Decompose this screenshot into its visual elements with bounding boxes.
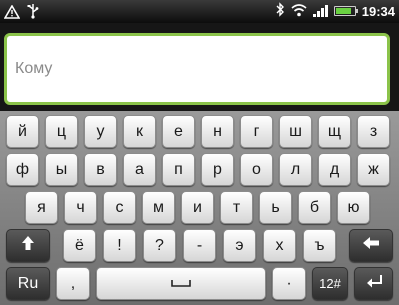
key-label: у [96,122,105,140]
wifi-icon [291,2,307,21]
key-label: ш [289,122,302,140]
key-row3-3[interactable]: м [142,191,175,224]
numbers-label: 12# [319,276,341,291]
period-key[interactable]: · [272,267,306,300]
key-row2-4[interactable]: п [162,153,195,186]
key-label: ъ [314,236,325,254]
key-row2-2[interactable]: в [84,153,117,186]
key-label: э [235,236,244,254]
key-label: х [275,236,284,254]
key-label: п [174,160,183,178]
key-label: й [18,122,27,140]
key-label: ы [55,160,68,178]
key-label: ч [76,198,85,216]
key-label: р [213,160,222,178]
numbers-key[interactable]: 12# [312,267,348,300]
warning-icon [3,3,21,23]
key-row1-2[interactable]: у [84,115,117,148]
key-row4-2[interactable]: ? [143,229,176,262]
status-bar: 19:34 [0,0,399,23]
shift-arrow-icon [21,235,35,256]
key-label: б [309,198,320,216]
key-row3-7[interactable]: б [298,191,331,224]
status-time: 19:34 [361,3,395,19]
key-row1-8[interactable]: щ [318,115,351,148]
key-row3-4[interactable]: и [181,191,214,224]
comma-label: , [70,274,76,292]
key-label: и [193,198,202,216]
key-label: - [196,236,203,254]
space-bar-icon [170,275,192,293]
key-row1-5[interactable]: н [201,115,234,148]
bluetooth-icon [275,1,285,21]
key-label: е [174,122,183,140]
key-label: ! [117,236,122,254]
usb-icon [26,3,40,23]
key-row1-6[interactable]: г [240,115,273,148]
key-row4-1[interactable]: ! [103,229,136,262]
key-label: т [232,198,241,216]
key-label: о [252,160,261,178]
key-row1-3[interactable]: к [123,115,156,148]
key-row3-0[interactable]: я [25,191,58,224]
key-label: ж [368,160,379,178]
key-row2-1[interactable]: ы [45,153,78,186]
key-row2-5[interactable]: р [201,153,234,186]
key-row3-6[interactable]: ь [259,191,292,224]
key-label: в [96,160,105,178]
key-row1-7[interactable]: ш [279,115,312,148]
key-row2-0[interactable]: ф [6,153,39,186]
key-row1-9[interactable]: з [357,115,390,148]
key-row4-5[interactable]: х [263,229,296,262]
key-label: ю [347,198,360,216]
key-row4-3[interactable]: - [183,229,216,262]
key-label: с [115,198,124,216]
key-row2-9[interactable]: ж [357,153,390,186]
key-label: г [253,122,260,140]
compose-area [0,23,399,111]
comma-key[interactable]: , [56,267,90,300]
on-screen-keyboard: йцукенгшщз фывапролдж ячсмитьбю ё!? - э х ъ … [0,111,399,305]
key-row2-8[interactable]: д [318,153,351,186]
key-label: д [329,160,340,178]
key-label: щ [327,122,342,140]
key-row2-6[interactable]: о [240,153,273,186]
key-row2-7[interactable]: л [279,153,312,186]
key-label: м [153,198,164,216]
space-key[interactable] [96,267,266,300]
key-label: ? [155,236,164,254]
key-row1-4[interactable]: е [162,115,195,148]
key-label: ц [56,122,67,140]
key-row4-6[interactable]: ъ [303,229,336,262]
key-row4-4[interactable]: э [223,229,256,262]
key-label: з [369,122,378,140]
enter-key[interactable] [354,267,393,300]
recipient-input[interactable] [4,33,390,105]
key-row3-2[interactable]: с [103,191,136,224]
key-row3-5[interactable]: т [220,191,253,224]
enter-arrow-icon [366,274,382,293]
key-label: л [290,160,301,178]
key-row3-8[interactable]: ю [337,191,370,224]
key-label: ь [271,198,280,216]
key-row2-3[interactable]: а [123,153,156,186]
key-label: к [136,122,143,140]
key-row1-1[interactable]: ц [45,115,78,148]
language-label: Ru [17,274,39,292]
key-label: ф [15,160,30,178]
backspace-arrow-icon [362,236,380,255]
period-label: · [286,274,292,292]
key-label: н [213,122,222,140]
key-label: ё [75,236,84,254]
key-row3-1[interactable]: ч [64,191,97,224]
shift-key[interactable] [6,229,50,262]
key-row1-0[interactable]: й [6,115,39,148]
language-key[interactable]: Ru [6,267,50,300]
backspace-key[interactable] [349,229,393,262]
key-row4-0[interactable]: ё [63,229,96,262]
signal-icon [312,5,328,17]
key-label: я [37,198,46,216]
battery-icon [333,6,358,16]
key-label: а [135,160,144,178]
